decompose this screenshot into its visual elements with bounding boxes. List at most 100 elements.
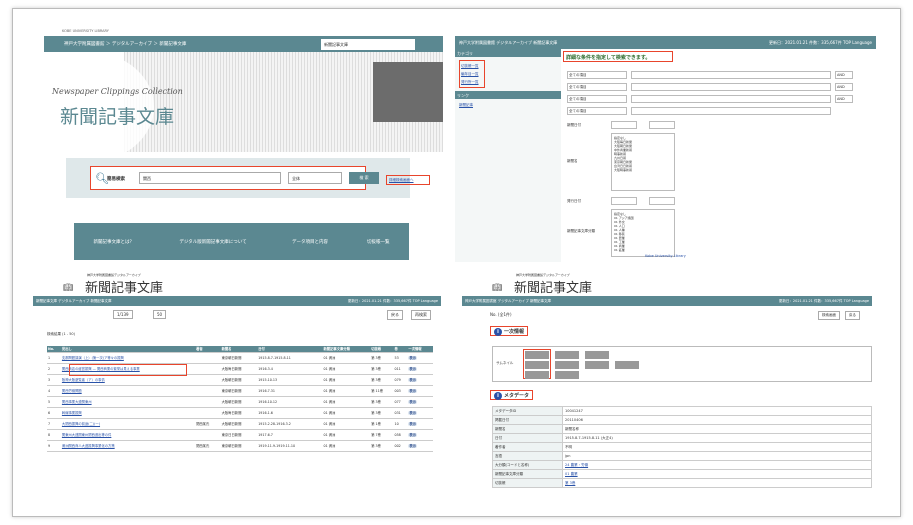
cell-view[interactable]: 表示 bbox=[407, 407, 433, 419]
issue-date-to[interactable] bbox=[649, 197, 675, 205]
newspaper-list[interactable]: 指定なし 大阪毎日新聞 大阪朝日新聞 中外商業新報 時事新報 九州日報 東京朝日… bbox=[611, 133, 675, 191]
field-select-3[interactable]: 全ての項目 bbox=[567, 95, 627, 103]
sidebar-link[interactable]: 新聞記事 bbox=[459, 103, 557, 108]
view-button[interactable]: 表示 bbox=[408, 444, 417, 448]
cell-title[interactable]: 支那問題講演（上）(第一次)ア等々の振興 bbox=[60, 352, 196, 364]
cell-title[interactable]: 関西労働問題 bbox=[60, 385, 196, 397]
cell-title[interactable]: 関東州大連関東州関西進出等の件 bbox=[60, 429, 196, 441]
advanced-search-link[interactable]: 詳細検索画面へ bbox=[386, 175, 430, 185]
table-row: 7 大関西振興の前途(二)(一) 関西某氏 大阪朝日新聞 1915.2.28-1916.… bbox=[47, 418, 433, 430]
view-button[interactable]: 表示 bbox=[408, 422, 417, 426]
result-title-link[interactable]: 関西労働問題 bbox=[62, 389, 82, 393]
cell-value: 01 満洲 bbox=[323, 422, 336, 426]
cell-view[interactable]: 表示 bbox=[407, 352, 433, 364]
thumbnail-3[interactable] bbox=[525, 371, 549, 379]
info-icon: i bbox=[494, 392, 502, 400]
result-title-link[interactable]: 関東州大連関東州関西進出等の件 bbox=[62, 433, 111, 437]
keyword-input-4[interactable] bbox=[631, 107, 831, 115]
field-select-2[interactable]: 全ての項目 bbox=[567, 83, 627, 91]
keyword-input-2[interactable] bbox=[631, 83, 831, 91]
book-icon: 📖︎ bbox=[492, 283, 503, 292]
metadata-value[interactable]: 01 農業 bbox=[562, 469, 872, 479]
news-date-from[interactable] bbox=[611, 121, 637, 129]
view-button[interactable]: 表示 bbox=[408, 389, 417, 393]
search-screen-button[interactable]: 検索画面 bbox=[818, 311, 840, 320]
view-button[interactable]: 表示 bbox=[408, 367, 417, 371]
search-input[interactable]: 関西 bbox=[139, 172, 281, 184]
table-cell: 第 11巻 bbox=[370, 385, 394, 397]
cell-view[interactable]: 表示 bbox=[407, 385, 433, 397]
thumbnail-2[interactable] bbox=[525, 361, 549, 369]
cell-title[interactable]: 大関西振興の前途(二)(一) bbox=[60, 418, 196, 430]
cell-view[interactable]: 表示 bbox=[407, 418, 433, 430]
result-title-link[interactable]: 関西事業大連関東州 bbox=[62, 400, 92, 404]
collection-select[interactable]: 新聞記事文庫 bbox=[321, 39, 415, 50]
nav-about[interactable]: 新聞記事文庫とは？ bbox=[94, 239, 135, 245]
view-button[interactable]: 表示 bbox=[408, 400, 417, 404]
news-date-to[interactable] bbox=[649, 121, 675, 129]
thumbnail-1[interactable] bbox=[525, 351, 549, 359]
view-button[interactable]: 表示 bbox=[408, 378, 417, 382]
nav-digital[interactable]: デジタル版新聞記事文庫について bbox=[173, 239, 253, 245]
operator-select-2[interactable]: AND bbox=[835, 83, 853, 91]
page-select[interactable]: 1/139 bbox=[113, 310, 133, 319]
per-page-select[interactable]: 50 bbox=[153, 310, 167, 319]
keyword-input-1[interactable] bbox=[631, 71, 831, 79]
footer[interactable]: Kobe University Library bbox=[455, 254, 876, 262]
metadata-row: 言語 jpn bbox=[492, 451, 872, 461]
breadcrumb[interactable]: 神戸大学附属図書館 デジタルアーカイブ 新聞記事文庫 bbox=[459, 40, 557, 46]
thumbnail-5[interactable] bbox=[555, 361, 579, 369]
view-button[interactable]: 表示 bbox=[408, 433, 417, 437]
search-button[interactable]: 検 索 bbox=[349, 172, 379, 184]
result-title-link[interactable]: 満洲関西商人大連振興事業化の方策 bbox=[62, 444, 115, 448]
table-cell: 大阪毎日新聞 bbox=[220, 407, 258, 419]
issue-date-from[interactable] bbox=[611, 197, 637, 205]
thumbnail-8[interactable] bbox=[585, 361, 609, 369]
result-title-link[interactable]: 支那問題講演（上）(第一次)ア等々の振興 bbox=[62, 356, 124, 360]
cell-title[interactable]: 満洲関西商人大連振興事業化の方策 bbox=[60, 440, 196, 452]
breadcrumb-text[interactable]: 神戸大学附属図書館 ＞ デジタルアーカイブ ＞ 新聞記事文庫 bbox=[64, 41, 186, 47]
back-button[interactable]: 戻る bbox=[387, 310, 403, 320]
keyword-input-3[interactable] bbox=[631, 95, 831, 103]
result-title-link[interactable]: 大関西振興の前途(二)(一) bbox=[62, 422, 100, 426]
sidebar-item-dates[interactable]: 編年目一覧 bbox=[461, 70, 483, 78]
breadcrumb[interactable]: 神戸大学附属図書館 デジタルアーカイブ 新聞記事文庫 bbox=[465, 299, 551, 304]
cell-view[interactable]: 表示 bbox=[407, 429, 433, 441]
back-button[interactable]: 戻る bbox=[845, 311, 860, 320]
cell-value: 第 3巻 bbox=[371, 400, 381, 404]
thumbnail-4[interactable] bbox=[555, 351, 579, 359]
thumbnail-7[interactable] bbox=[585, 351, 609, 359]
record-number: No. (全1件) bbox=[490, 312, 512, 317]
operator-select-3[interactable]: AND bbox=[835, 95, 853, 103]
thumbnail-9[interactable] bbox=[615, 361, 639, 369]
field-select-1[interactable]: 全ての項目 bbox=[567, 71, 627, 79]
cell-view[interactable]: 表示 bbox=[407, 363, 433, 375]
field-select-4[interactable]: 全ての項目 bbox=[567, 107, 627, 115]
result-title-link[interactable]: 阪神大阪遊覧者（ア）の事情 bbox=[62, 378, 105, 382]
sidebar-heading-links: リンク bbox=[455, 91, 561, 99]
cell-view[interactable]: 表示 bbox=[407, 440, 433, 452]
classification-list[interactable]: 指定なし 01 アジア諸国 01 外交 01 人口 01 人種 01 移民 01… bbox=[611, 209, 675, 257]
hero-banner: Newspaper Clippings Collection 新聞記事文庫 bbox=[44, 52, 443, 152]
table-cell bbox=[195, 385, 221, 397]
cell-title[interactable]: 関西事業大連関東州 bbox=[60, 396, 196, 408]
thumbnail-6[interactable] bbox=[555, 371, 579, 379]
cell-title[interactable]: 幹線事業振興 bbox=[60, 407, 196, 419]
category-select[interactable]: 全体 bbox=[288, 172, 342, 184]
breadcrumb[interactable]: 新聞記事文庫 デジタルアーカイブ 新聞記事文庫 bbox=[36, 299, 111, 304]
view-button[interactable]: 表示 bbox=[408, 356, 417, 360]
sidebar-item-clippings[interactable]: 切抜帳一覧 bbox=[461, 62, 483, 70]
operator-select-1[interactable]: AND bbox=[835, 71, 853, 79]
nav-data-items[interactable]: データ項目と内容 bbox=[292, 239, 328, 245]
view-button[interactable]: 表示 bbox=[408, 411, 417, 415]
sidebar-item-publishers[interactable]: 発行所一覧 bbox=[461, 78, 483, 86]
research-button[interactable]: 再検索 bbox=[411, 310, 431, 320]
cell-view[interactable]: 表示 bbox=[407, 396, 433, 408]
table-cell: 1915.8.7-1915.8.11 bbox=[257, 352, 323, 364]
result-title-link[interactable]: 幹線事業振興 bbox=[62, 411, 82, 415]
top-page-screenshot: KOBE UNIVERSITY LIBRARY 神戸大学附属図書館 ＞ デジタル… bbox=[44, 28, 443, 260]
metadata-value[interactable]: 第 3巻 bbox=[562, 478, 872, 488]
metadata-value[interactable]: 24 農業・労働 bbox=[562, 460, 872, 470]
nav-clipping-list[interactable]: 切抜帳一覧 bbox=[367, 239, 390, 245]
cell-view[interactable]: 表示 bbox=[407, 374, 433, 386]
